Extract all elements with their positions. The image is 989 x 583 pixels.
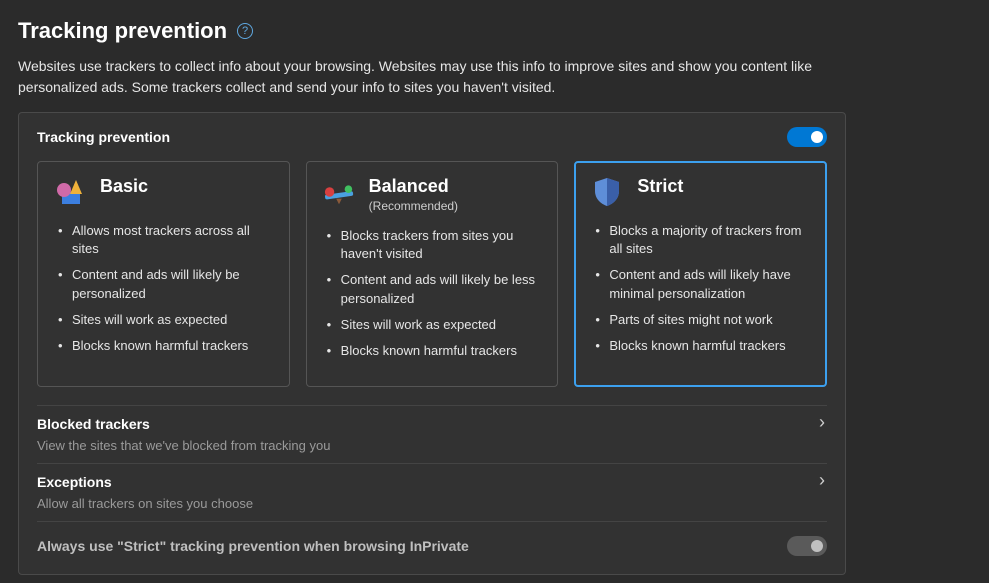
scale-icon [323,176,355,208]
exceptions-row[interactable]: Exceptions Allow all trackers on sites y… [37,463,827,521]
card-strict-bullet: Blocks known harmful trackers [595,337,810,355]
help-icon[interactable]: ? [237,23,253,39]
card-balanced-title: Balanced [369,176,458,197]
page-title: Tracking prevention [18,18,227,44]
tracking-prevention-panel: Tracking prevention Basic Allows most tr… [18,112,846,575]
card-basic-bullet: Allows most trackers across all sites [58,222,273,258]
card-balanced-bullet: Blocks known harmful trackers [327,342,542,360]
card-strict-bullet: Blocks a majority of trackers from all s… [595,222,810,258]
card-balanced-bullet: Sites will work as expected [327,316,542,334]
blocked-trackers-sub: View the sites that we've blocked from t… [37,438,827,453]
panel-title: Tracking prevention [37,129,170,145]
card-balanced-bullet: Content and ads will likely be less pers… [327,271,542,307]
card-balanced-subtitle: (Recommended) [369,199,458,213]
blocked-trackers-row[interactable]: Blocked trackers View the sites that we'… [37,405,827,463]
card-basic-bullet: Sites will work as expected [58,311,273,329]
chevron-right-icon: › [819,412,825,433]
card-balanced[interactable]: Balanced (Recommended) Blocks trackers f… [306,161,559,387]
card-basic[interactable]: Basic Allows most trackers across all si… [37,161,290,387]
exceptions-sub: Allow all trackers on sites you choose [37,496,827,511]
card-basic-bullet: Blocks known harmful trackers [58,337,273,355]
shapes-icon [54,176,86,208]
card-basic-bullet: Content and ads will likely be personali… [58,266,273,302]
blocked-trackers-title: Blocked trackers [37,416,827,432]
card-basic-title: Basic [100,176,148,197]
card-strict-bullet: Content and ads will likely have minimal… [595,266,810,302]
tracking-prevention-toggle[interactable] [787,127,827,147]
chevron-right-icon: › [819,470,825,491]
card-balanced-bullet: Blocks trackers from sites you haven't v… [327,227,542,263]
inprivate-strict-row: Always use "Strict" tracking prevention … [37,521,827,560]
inprivate-strict-toggle[interactable] [787,536,827,556]
card-strict-title: Strict [637,176,683,197]
exceptions-title: Exceptions [37,474,827,490]
shield-icon [591,176,623,208]
inprivate-strict-title: Always use "Strict" tracking prevention … [37,538,469,554]
page-intro: Websites use trackers to collect info ab… [18,56,888,98]
card-strict-bullet: Parts of sites might not work [595,311,810,329]
card-strict[interactable]: Strict Blocks a majority of trackers fro… [574,161,827,387]
